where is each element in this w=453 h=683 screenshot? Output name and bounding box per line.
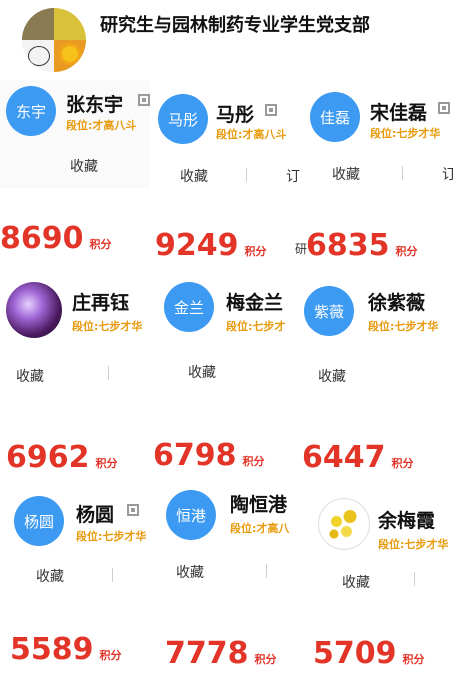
avatar: 杨圆 [14, 496, 64, 546]
member-name: 余梅霞 [378, 510, 436, 532]
member-card[interactable]: 东宇 张东宇 段位:才高八斗 收藏 [0, 80, 150, 188]
member-name: 宋佳磊 [370, 102, 428, 124]
avatar: 东宇 [6, 86, 56, 136]
avatar [318, 498, 370, 550]
score-value: 7778 [165, 636, 249, 671]
favorite-button[interactable]: 收藏 [318, 366, 346, 386]
score: 6447 积分 [302, 440, 414, 475]
favorite-button[interactable]: 收藏 [180, 166, 208, 186]
score-unit: 积分 [395, 245, 418, 258]
page-title: 研究生与园林制药专业学生党支部 [100, 15, 370, 36]
rank-label: 段位:七步才华 [72, 320, 143, 333]
favorite-button[interactable]: 收藏 [332, 164, 360, 184]
rank-label: 段位:七步才华 [368, 320, 439, 333]
score-unit: 积分 [244, 245, 267, 258]
score-unit: 积分 [391, 457, 414, 470]
rank-label: 段位:七步才华 [76, 530, 147, 543]
subscribe-button[interactable]: 订 [442, 164, 453, 184]
rank-label: 段位:七步才 [226, 320, 286, 333]
rank-label: 段位:七步才华 [370, 127, 441, 140]
rank-label: 段位:才高八 [230, 522, 290, 535]
divider [108, 366, 109, 380]
divider [266, 564, 267, 578]
member-card[interactable]: 佳磊 宋佳磊 段位:七步才华 收藏 订 [302, 80, 453, 194]
member-card[interactable]: 紫薇 徐紫薇 段位:七步才华 收藏 [302, 270, 453, 402]
score-value: 5709 [313, 636, 397, 671]
divider [402, 166, 403, 180]
score-value: 5589 [10, 632, 94, 667]
score: 5589 积分 [10, 632, 122, 667]
avatar: 马彤 [158, 94, 208, 144]
score-value: 6447 [302, 440, 386, 475]
favorite-button[interactable]: 收藏 [70, 156, 98, 176]
member-name: 陶恒港 [230, 494, 288, 516]
header: 研究生与园林制药专业学生党支部 [0, 0, 453, 78]
score-unit: 积分 [254, 653, 277, 666]
score-value: 6798 [153, 438, 237, 473]
favorite-button[interactable]: 收藏 [188, 362, 216, 382]
avatar: 金兰 [164, 282, 214, 332]
qr-code-icon[interactable] [438, 102, 450, 114]
qr-code-icon[interactable] [127, 504, 139, 516]
score: 6835 积分 [306, 228, 418, 263]
qr-code-icon[interactable] [138, 94, 150, 106]
member-card[interactable]: 庄再钰 段位:七步才华 收藏 [0, 270, 150, 400]
subscribe-button[interactable]: 订 [286, 166, 300, 186]
qr-code-icon[interactable] [265, 104, 277, 116]
divider [112, 568, 113, 582]
score-unit: 积分 [402, 653, 425, 666]
avatar: 佳磊 [310, 92, 360, 142]
member-name: 马彤 [216, 104, 255, 126]
member-name: 张东宇 [66, 94, 124, 116]
score-value: 6962 [6, 440, 90, 475]
score-unit: 积分 [242, 455, 265, 468]
member-name: 徐紫薇 [368, 292, 426, 314]
favorite-button[interactable]: 收藏 [16, 366, 44, 386]
member-card[interactable]: 金兰 梅金兰 段位:七步才 收藏 [150, 270, 302, 406]
divider [246, 168, 247, 182]
score: 9249 积分 [155, 228, 267, 263]
score: 6962 积分 [6, 440, 118, 475]
rank-label: 段位:七步才华 [378, 538, 449, 551]
score-unit: 积分 [99, 649, 122, 662]
score-unit: 积分 [89, 238, 112, 251]
avatar [6, 282, 62, 338]
score-value: 9249 [155, 228, 239, 263]
favorite-button[interactable]: 收藏 [342, 572, 370, 592]
score-value: 6835 [306, 228, 390, 263]
favorite-button[interactable]: 收藏 [176, 562, 204, 582]
score: 7778 积分 [165, 636, 277, 671]
member-card[interactable]: 杨圆 杨圆 段位:七步才华 收藏 [0, 486, 150, 598]
member-card[interactable]: 恒港 陶恒港 段位:才高八 收藏 [150, 482, 302, 606]
member-card[interactable]: 余梅霞 段位:七步才华 收藏 [302, 488, 453, 606]
score: 6798 积分 [153, 438, 265, 473]
score-unit: 积分 [95, 457, 118, 470]
divider [414, 572, 415, 586]
rank-label: 段位:才高八斗 [66, 119, 137, 132]
group-logo-icon [22, 8, 86, 72]
favorite-button[interactable]: 收藏 [36, 566, 64, 586]
score: 8690 积分 [0, 221, 112, 256]
score-value: 8690 [0, 221, 84, 256]
member-card[interactable]: 马彤 马彤 段位:才高八斗 收藏 订 [150, 80, 302, 196]
score: 5709 积分 [313, 636, 425, 671]
member-name: 杨圆 [76, 504, 115, 526]
avatar: 恒港 [166, 490, 216, 540]
rank-label: 段位:才高八斗 [216, 128, 287, 141]
avatar: 紫薇 [304, 286, 354, 336]
member-name: 庄再钰 [72, 292, 130, 314]
member-name: 梅金兰 [226, 292, 284, 314]
